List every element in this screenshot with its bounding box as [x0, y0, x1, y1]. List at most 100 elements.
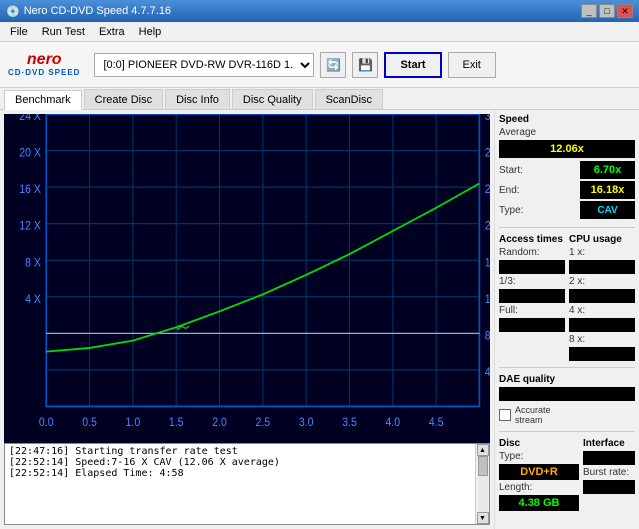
svg-text:8: 8 — [485, 330, 490, 343]
start-button[interactable]: Start — [384, 52, 441, 78]
speed-start-row: Start: 6.70x — [499, 161, 635, 179]
log-scrollbar: ▲ ▼ — [475, 444, 489, 524]
random-value-bar — [499, 260, 565, 274]
disc-length-row: Length: — [499, 482, 579, 493]
svg-text:24: 24 — [485, 184, 490, 197]
tab-create-disc[interactable]: Create Disc — [84, 89, 163, 109]
log-scroll-down[interactable]: ▼ — [477, 512, 489, 524]
svg-text:12 X: 12 X — [19, 220, 41, 233]
log-line-3: [22:52:14] Elapsed Time: 4:58 — [9, 468, 471, 479]
one-third-label: 1/3: — [499, 276, 516, 287]
save-icon-button[interactable]: 💾 — [352, 52, 378, 78]
end-value: 16.18x — [580, 181, 635, 199]
svg-text:4 X: 4 X — [25, 293, 41, 306]
tab-benchmark[interactable]: Benchmark — [4, 90, 82, 110]
svg-text:16: 16 — [485, 257, 490, 270]
disc-type-value: DVD+R — [499, 464, 579, 480]
accurate-stream-row: Accurate stream — [499, 405, 635, 425]
accurate-text: Accurate — [515, 405, 551, 415]
cpu-1x-row: 1 x: — [569, 247, 635, 258]
cpu-4x-row: 4 x: — [569, 305, 635, 316]
minimize-button[interactable]: _ — [581, 4, 597, 18]
tab-scan-disc[interactable]: ScanDisc — [315, 89, 383, 109]
average-value: 12.06x — [499, 140, 635, 158]
svg-text:3.5: 3.5 — [342, 416, 357, 429]
log-content: [22:47:16] Starting transfer rate test [… — [5, 444, 475, 524]
access-title: Access times — [499, 234, 565, 245]
full-row: Full: — [499, 305, 565, 316]
svg-text:2.5: 2.5 — [256, 416, 271, 429]
accurate-stream-checkbox[interactable] — [499, 409, 511, 421]
one-third-row: 1/3: — [499, 276, 565, 287]
menu-extra[interactable]: Extra — [93, 25, 131, 39]
log-scroll-track — [478, 456, 488, 512]
log-line-1: [22:47:16] Starting transfer rate test — [9, 446, 471, 457]
tabs-bar: Benchmark Create Disc Disc Info Disc Qua… — [0, 88, 639, 110]
svg-text:1.0: 1.0 — [126, 416, 141, 429]
full-value-bar — [499, 318, 565, 332]
refresh-icon-button[interactable]: 🔄 — [320, 52, 346, 78]
cpu-2x-label: 2 x: — [569, 276, 585, 287]
svg-text:28: 28 — [485, 147, 490, 160]
interface-value-bar — [583, 451, 635, 465]
speed-end-row: End: 16.18x — [499, 181, 635, 199]
divider-2 — [499, 367, 635, 368]
menubar: File Run Test Extra Help — [0, 22, 639, 42]
svg-text:12: 12 — [485, 293, 490, 306]
speed-section: Speed Average 12.06x Start: 6.70x End: 1… — [499, 114, 635, 221]
random-label: Random: — [499, 247, 540, 258]
app-title: Nero CD-DVD Speed 4.7.7.16 — [24, 5, 171, 17]
toolbar: nero CD·DVD SPEED [0:0] PIONEER DVD-RW D… — [0, 42, 639, 88]
titlebar: 💿 Nero CD-DVD Speed 4.7.7.16 _ □ ✕ — [0, 0, 639, 22]
speed-type-row: Type: CAV — [499, 201, 635, 219]
exit-button[interactable]: Exit — [448, 52, 496, 78]
svg-text:0.0: 0.0 — [39, 416, 54, 429]
cpu-4x-bar — [569, 318, 635, 332]
logo-sub: CD·DVD SPEED — [8, 68, 80, 77]
cpu-8x-bar — [569, 347, 635, 361]
svg-text:1.5: 1.5 — [169, 416, 184, 429]
svg-text:4.5: 4.5 — [429, 416, 444, 429]
menu-file[interactable]: File — [4, 25, 34, 39]
titlebar-controls: _ □ ✕ — [581, 4, 633, 18]
random-row: Random: — [499, 247, 565, 258]
app-icon: 💿 — [6, 5, 20, 18]
type-label: Type: — [499, 205, 523, 216]
maximize-button[interactable]: □ — [599, 4, 615, 18]
log-scroll-thumb[interactable] — [478, 456, 488, 476]
dae-value-bar — [499, 387, 635, 401]
disc-type-label: Type: — [499, 451, 523, 462]
start-value: 6.70x — [580, 161, 635, 179]
chart-wrapper: 24 X 20 X 16 X 12 X 8 X 4 X 32 28 24 20 … — [0, 110, 494, 529]
cpu-8x-label: 8 x: — [569, 334, 585, 345]
svg-text:16 X: 16 X — [19, 184, 41, 197]
right-panel: Speed Average 12.06x Start: 6.70x End: 1… — [494, 110, 639, 529]
menu-run-test[interactable]: Run Test — [36, 25, 91, 39]
svg-text:2.0: 2.0 — [212, 416, 227, 429]
disc-type-row: Type: — [499, 451, 579, 462]
log-scroll-up[interactable]: ▲ — [477, 444, 489, 456]
one-third-value-bar — [499, 289, 565, 303]
stream-text: stream — [515, 415, 551, 425]
divider-1 — [499, 227, 635, 228]
menu-help[interactable]: Help — [133, 25, 168, 39]
burst-label: Burst rate: — [583, 467, 629, 478]
svg-text:4: 4 — [485, 366, 490, 379]
svg-text:20 X: 20 X — [19, 147, 41, 160]
cpu-1x-label: 1 x: — [569, 247, 585, 258]
disc-interface-section: Disc Type: DVD+R Length: 4.38 GB Interfa… — [499, 438, 635, 511]
svg-text:0.5: 0.5 — [82, 416, 97, 429]
interface-section: Interface Burst rate: — [583, 438, 635, 511]
speed-average-row: Average — [499, 127, 635, 138]
tab-disc-quality[interactable]: Disc Quality — [232, 89, 313, 109]
svg-text:20: 20 — [485, 220, 490, 233]
chart-plot: 24 X 20 X 16 X 12 X 8 X 4 X 32 28 24 20 … — [4, 114, 490, 443]
device-select[interactable]: [0:0] PIONEER DVD-RW DVR-116D 1.09 — [94, 53, 314, 77]
tab-disc-info[interactable]: Disc Info — [165, 89, 230, 109]
burst-value-bar — [583, 480, 635, 494]
cpu-1x-bar — [569, 260, 635, 274]
access-times-section: Access times Random: 1/3: Full: — [499, 234, 565, 361]
svg-text:24 X: 24 X — [19, 114, 41, 123]
svg-text:8 X: 8 X — [25, 257, 41, 270]
close-button[interactable]: ✕ — [617, 4, 633, 18]
